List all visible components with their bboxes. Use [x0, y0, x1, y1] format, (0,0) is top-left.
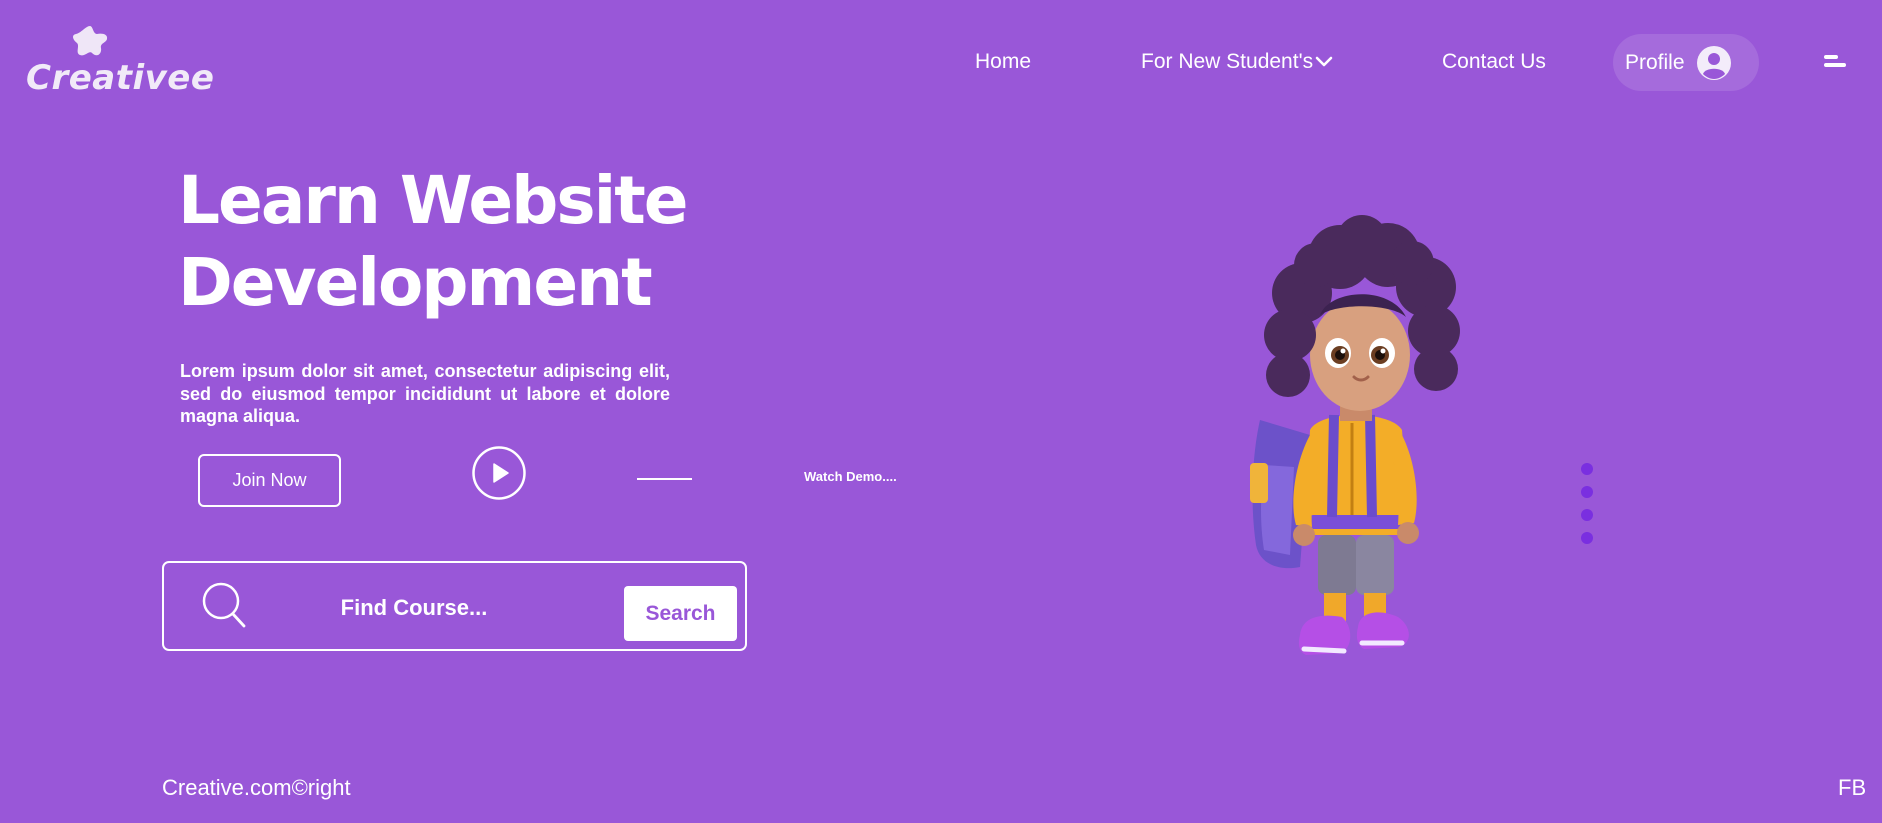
- watch-demo-link[interactable]: Watch Demo....: [804, 469, 897, 484]
- chevron-down-icon: [1315, 56, 1333, 67]
- user-avatar-icon: [1696, 45, 1731, 80]
- join-now-button[interactable]: Join Now: [198, 454, 341, 507]
- profile-label: Profile: [1625, 50, 1685, 74]
- student-character-illustration: [1250, 215, 1460, 655]
- footer-facebook-link[interactable]: FB: [1838, 775, 1866, 801]
- hero-title-line1: Learn Website: [178, 162, 689, 239]
- nav-new-students-dropdown[interactable]: For New Student's: [1141, 50, 1333, 74]
- nav-home-link[interactable]: Home: [975, 50, 1031, 74]
- demo-divider: [637, 478, 692, 480]
- nav-new-students-label: For New Student's: [1141, 50, 1314, 73]
- footer-copyright: Creative.com©right: [162, 775, 351, 800]
- profile-button[interactable]: Profile: [1613, 34, 1759, 91]
- carousel-dots-icon[interactable]: [1580, 462, 1594, 546]
- star-blob-icon: [73, 26, 108, 56]
- menu-lines-icon[interactable]: [1822, 52, 1848, 72]
- hero-title-line2: Development: [178, 244, 653, 321]
- hero-description: Lorem ipsum dolor sit amet, consectetur …: [180, 361, 670, 426]
- play-icon[interactable]: [472, 446, 526, 500]
- search-icon: [202, 582, 246, 628]
- course-search-box: Search: [162, 561, 747, 651]
- search-button[interactable]: Search: [624, 586, 737, 641]
- brand-name: Creativee: [26, 58, 215, 98]
- brand-logo[interactable]: Creativee: [26, 24, 214, 104]
- course-search-input[interactable]: [282, 583, 546, 633]
- hero-title: Learn Website Development: [178, 160, 878, 324]
- nav-contact-link[interactable]: Contact Us: [1442, 50, 1546, 74]
